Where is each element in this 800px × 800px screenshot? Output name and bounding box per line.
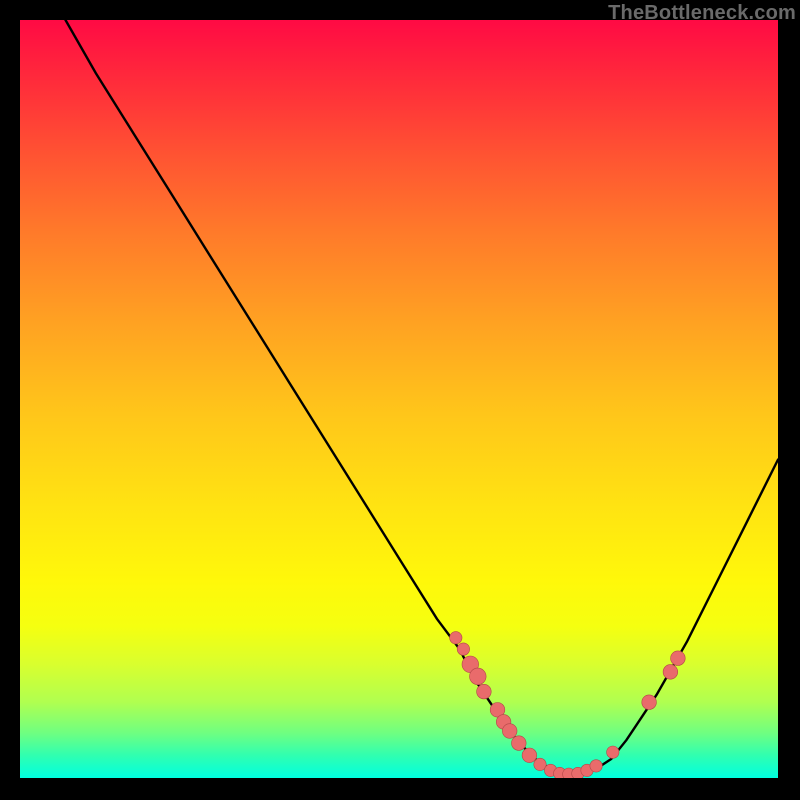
watermark: TheBottleneck.com xyxy=(608,2,796,25)
chart-frame xyxy=(20,20,778,778)
gradient-background xyxy=(20,20,778,778)
